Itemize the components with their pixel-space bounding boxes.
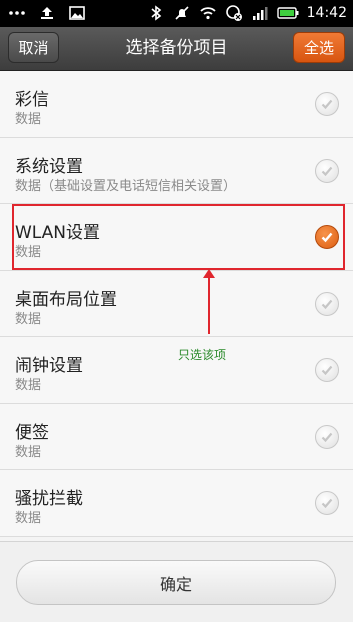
- wifi-icon: [200, 7, 216, 20]
- unchecked-icon[interactable]: [315, 158, 339, 183]
- unchecked-icon[interactable]: [315, 291, 339, 316]
- item-subtitle: 数据: [15, 245, 42, 260]
- list-item-alarm-settings[interactable]: 闹钟设置 数据: [0, 337, 353, 404]
- cancel-button[interactable]: 取消: [8, 32, 59, 63]
- item-subtitle: 数据（基础设置及电话短信相关设置）: [15, 178, 237, 194]
- unchecked-icon[interactable]: [315, 358, 339, 382]
- list-item-notes[interactable]: 便签 数据: [0, 403, 353, 470]
- confirm-button[interactable]: 确定: [16, 560, 336, 605]
- upload-icon: [41, 7, 53, 19]
- title-bar: 选择备份项目 取消 全选: [0, 27, 353, 71]
- sync-icon: [225, 5, 242, 21]
- list-item-mms[interactable]: 彩信 数据: [0, 71, 353, 138]
- select-all-button[interactable]: 全选: [293, 32, 345, 63]
- battery-icon: [276, 7, 299, 19]
- status-bar: 14:42: [0, 0, 353, 27]
- item-subtitle: 数据: [15, 112, 42, 127]
- bottom-bar: 确定: [0, 541, 353, 622]
- unchecked-icon[interactable]: [315, 424, 339, 449]
- item-subtitle: 数据: [15, 511, 42, 526]
- item-name: 系统设置: [15, 156, 83, 177]
- backup-item-list: 彩信 数据 系统设置 数据（基础设置及电话短信相关设置） WLAN设置 数据 桌…: [0, 71, 353, 537]
- list-item-harassment-block[interactable]: 骚扰拦截 数据: [0, 470, 353, 537]
- item-subtitle: 数据: [15, 378, 42, 393]
- silent-icon: [175, 6, 189, 20]
- unchecked-icon[interactable]: [315, 491, 339, 515]
- list-item-system-settings[interactable]: 系统设置 数据（基础设置及电话短信相关设置）: [0, 137, 353, 204]
- unchecked-icon[interactable]: [315, 92, 339, 116]
- list-item-wlan-settings[interactable]: WLAN设置 数据: [0, 204, 353, 271]
- bluetooth-icon: [151, 5, 161, 21]
- item-name: WLAN设置: [15, 223, 101, 243]
- signal-icon: [252, 7, 268, 20]
- item-name: 桌面布局位置: [15, 289, 117, 310]
- list-item-desktop-layout[interactable]: 桌面布局位置 数据: [0, 270, 353, 337]
- annotation-arrow-icon: [203, 269, 215, 334]
- item-subtitle: 数据: [15, 444, 42, 460]
- image-icon: [69, 6, 85, 20]
- annotation-label: 只选该项: [178, 348, 227, 362]
- item-subtitle: 数据: [15, 311, 42, 327]
- status-time: 14:42: [306, 5, 347, 21]
- item-name: 彩信: [15, 90, 49, 110]
- checked-icon[interactable]: [315, 225, 339, 249]
- item-name: 闹钟设置: [15, 356, 83, 376]
- item-name: 便签: [15, 422, 49, 443]
- item-name: 骚扰拦截: [15, 489, 83, 509]
- more-dots-icon: [9, 11, 25, 15]
